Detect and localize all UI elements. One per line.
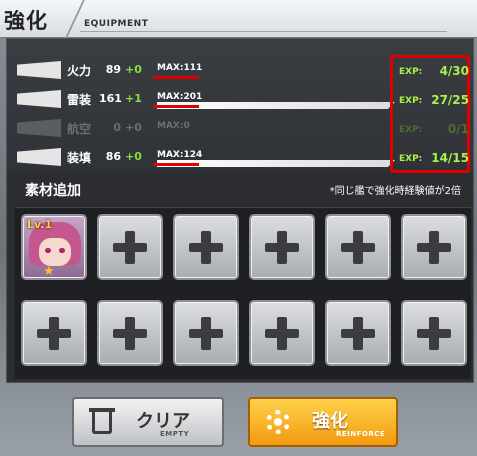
material-slot-empty[interactable]	[401, 300, 467, 366]
exp-value: 27/25	[431, 93, 469, 107]
exp-value: 14/15	[431, 151, 469, 165]
character-face	[39, 238, 71, 266]
firepower-icon	[17, 61, 61, 79]
material-slot-empty[interactable]	[249, 300, 315, 366]
header-bar: 強化 EQUIPMENT	[0, 0, 477, 38]
exp-torpedo: EXP: 27/25	[399, 93, 469, 107]
page-subtitle: EQUIPMENT	[84, 19, 149, 29]
exp-reload: EXP: 14/15	[399, 151, 469, 165]
plus-icon	[429, 317, 439, 350]
max-highlight-underline	[153, 105, 199, 108]
material-slot-empty[interactable]	[21, 300, 87, 366]
reinforce-button[interactable]: 強化 REINFORCE	[248, 397, 398, 447]
exp-label: EXP:	[399, 125, 423, 135]
stat-name: 雷装	[67, 93, 92, 107]
stat-max: MAX:124	[157, 150, 203, 160]
material-slot-empty[interactable]	[173, 300, 239, 366]
stat-plus: +0	[125, 150, 142, 163]
exp-label: EXP:	[399, 154, 423, 164]
plus-icon	[125, 231, 135, 264]
max-highlight-underline	[153, 163, 199, 166]
exp-firepower: EXP: 4/30	[399, 64, 469, 78]
stat-name: 火力	[67, 64, 92, 78]
exp-label: EXP:	[399, 96, 423, 106]
character-eye	[45, 248, 51, 253]
stat-row-torpedo: 雷装 161 +1 MAX:201	[17, 88, 397, 112]
stat-max: MAX:0	[157, 121, 190, 131]
level-badge: Lv.1	[27, 218, 53, 231]
material-slot-empty[interactable]	[325, 300, 391, 366]
stat-value: 86	[105, 150, 121, 163]
exp-value: 0/1	[447, 122, 469, 136]
material-slot-empty[interactable]	[249, 214, 315, 280]
stat-name: 装填	[67, 151, 92, 165]
gear-icon	[264, 408, 292, 436]
plus-icon	[201, 317, 211, 350]
header-rule	[80, 31, 447, 32]
reinforce-sublabel: REINFORCE	[336, 430, 386, 438]
double-exp-note: *同じ艦で強化時経験値が2倍	[329, 186, 461, 197]
stat-row-reload: 装填 86 +0 MAX:124	[17, 146, 397, 170]
page-title: 強化	[4, 9, 48, 33]
stat-row-aircraft: 航空 0 +0 MAX:0	[17, 117, 397, 141]
max-highlight-underline	[153, 76, 199, 79]
material-slot-character[interactable]: Lv.1 ★	[21, 214, 87, 280]
header-divider	[49, 0, 85, 38]
reload-icon	[17, 148, 61, 166]
stat-row-firepower: 火力 89 +0 MAX:111	[17, 59, 397, 83]
stat-value: 89	[105, 63, 121, 76]
clear-button[interactable]: クリア EMPTY	[72, 397, 224, 447]
character-eye	[59, 248, 65, 253]
plus-icon	[277, 231, 287, 264]
plus-icon	[201, 231, 211, 264]
stat-value: 0	[113, 121, 121, 134]
plus-icon	[429, 231, 439, 264]
material-slot-empty[interactable]	[173, 214, 239, 280]
exp-value: 4/30	[439, 64, 469, 78]
trash-icon	[88, 408, 116, 436]
material-slot-empty[interactable]	[401, 214, 467, 280]
material-slot-empty[interactable]	[97, 300, 163, 366]
plus-icon	[49, 317, 59, 350]
stat-plus: +1	[125, 92, 142, 105]
exp-aircraft: EXP: 0/1	[399, 122, 469, 136]
plus-icon	[353, 231, 363, 264]
material-slot-grid: Lv.1 ★	[15, 207, 471, 379]
stat-plus: +0	[125, 121, 142, 134]
stat-plus: +0	[125, 63, 142, 76]
star-icon: ★	[43, 264, 55, 279]
stat-max: MAX:111	[157, 63, 203, 73]
clear-sublabel: EMPTY	[160, 430, 190, 438]
plus-icon	[125, 317, 135, 350]
torpedo-icon	[17, 90, 61, 108]
plus-icon	[353, 317, 363, 350]
aircraft-icon	[17, 119, 61, 137]
stat-name: 航空	[67, 122, 92, 136]
material-slot-empty[interactable]	[325, 214, 391, 280]
exp-label: EXP:	[399, 67, 423, 77]
materials-title: 素材追加	[25, 183, 81, 199]
equipment-panel: 火力 89 +0 MAX:111 雷装 161 +1 MAX:201 航空 0 …	[6, 38, 474, 383]
stat-max: MAX:201	[157, 92, 203, 102]
material-slot-empty[interactable]	[97, 214, 163, 280]
plus-icon	[277, 317, 287, 350]
stat-value: 161	[99, 92, 122, 105]
